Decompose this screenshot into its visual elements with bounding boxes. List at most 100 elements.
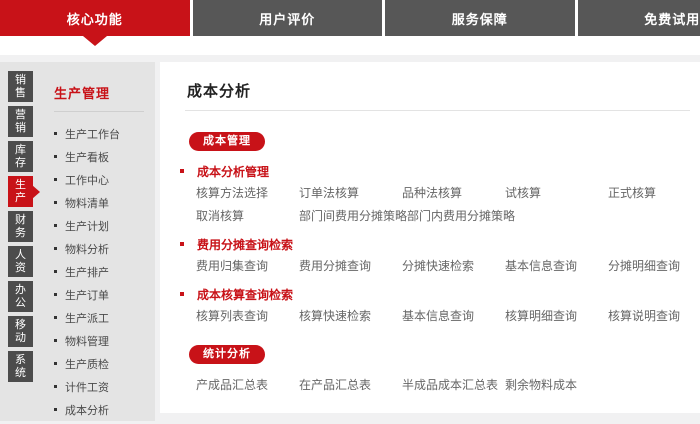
nav-tab[interactable]: 服务保障 [385, 0, 575, 36]
submenu-item[interactable]: 物料管理 [54, 329, 155, 352]
rail-item-char: 销 [15, 122, 26, 135]
rail-item-char: 售 [15, 87, 26, 100]
section-heading-label: 费用分摊查询检索 [197, 236, 293, 253]
rail-item[interactable]: 销售 [8, 71, 33, 102]
rail-item-char: 存 [15, 157, 26, 170]
bullet-icon [54, 408, 57, 411]
feature-link[interactable]: 部门间费用分摊策略 [299, 208, 407, 224]
submenu-item-label: 计件工资 [65, 379, 109, 395]
rail-item-char: 系 [15, 354, 26, 367]
bullet-icon [54, 339, 57, 342]
bullet-icon [180, 169, 184, 173]
rail-item-char: 营 [15, 109, 26, 122]
feature-link[interactable]: 部门内费用分摊策略 [407, 208, 515, 224]
rail-item-char: 移 [15, 319, 26, 332]
feature-link[interactable]: 分摊快速检索 [402, 258, 505, 274]
page-title: 成本分析 [187, 80, 690, 101]
bullet-icon [54, 155, 57, 158]
submenu-item[interactable]: 生产工作台 [54, 122, 155, 145]
submenu-item[interactable]: 生产质检 [54, 352, 155, 375]
feature-link[interactable]: 核算快速检索 [299, 308, 402, 324]
feature-group: 统计分析产成品汇总表在产品汇总表半成品成本汇总表剩余物料成本 [180, 345, 690, 393]
submenu-list: 生产工作台生产看板工作中心物料清单生产计划物料分析生产排产生产订单生产派工物料管… [54, 122, 155, 421]
submenu-item[interactable]: 生产计划 [54, 214, 155, 237]
bullet-icon [54, 201, 57, 204]
feature-link[interactable]: 品种法核算 [402, 185, 505, 201]
submenu-item[interactable]: 物料分析 [54, 237, 155, 260]
submenu-item[interactable]: 生产订单 [54, 283, 155, 306]
feature-link[interactable]: 核算明细查询 [505, 308, 608, 324]
section-heading-label: 成本核算查询检索 [197, 286, 293, 303]
submenu-item-label: 生产计划 [65, 218, 109, 234]
bullet-icon [54, 385, 57, 388]
feature-link[interactable]: 取消核算 [196, 208, 299, 224]
top-nav: 核心功能用户评价服务保障免费试用 [0, 0, 700, 36]
rail-item-char: 办 [15, 284, 26, 297]
feature-link[interactable]: 产成品汇总表 [196, 377, 299, 393]
link-row: 产成品汇总表在产品汇总表半成品成本汇总表剩余物料成本 [180, 377, 690, 393]
submenu-title: 生产管理 [54, 83, 155, 102]
submenu-item[interactable]: 成本分析 [54, 398, 155, 421]
submenu-item-label: 工作中心 [65, 172, 109, 188]
rail-item[interactable]: 生产 [8, 176, 33, 207]
submenu-item[interactable]: 计件工资 [54, 375, 155, 398]
submenu-item-label: 物料管理 [65, 333, 109, 349]
rail-item[interactable]: 财务 [8, 211, 33, 242]
feature-link[interactable]: 分摊明细查询 [608, 258, 700, 274]
nav-tab-active[interactable]: 核心功能 [0, 0, 190, 36]
feature-section: 费用分摊查询检索费用归集查询费用分摊查询分摊快速检索基本信息查询分摊明细查询 [180, 237, 690, 274]
bullet-icon [54, 270, 57, 273]
bullet-icon [54, 362, 57, 365]
submenu-item-label: 生产订单 [65, 287, 109, 303]
nav-tab[interactable]: 免费试用 [578, 0, 700, 36]
rail-item[interactable]: 移动 [8, 316, 33, 347]
rail-item-char: 产 [15, 192, 26, 205]
feature-link[interactable]: 正式核算 [608, 185, 700, 201]
submenu-item-label: 生产工作台 [65, 126, 120, 142]
submenu-item[interactable]: 物料清单 [54, 191, 155, 214]
feature-groups: 成本管理成本分析管理核算方法选择订单法核算品种法核算试核算正式核算取消核算部门间… [180, 132, 690, 393]
submenu-item[interactable]: 生产派工 [54, 306, 155, 329]
link-row: 取消核算部门间费用分摊策略部门内费用分摊策略 [180, 208, 690, 224]
submenu-item-label: 生产排产 [65, 264, 109, 280]
feature-link[interactable]: 试核算 [505, 185, 608, 201]
feature-link[interactable]: 费用归集查询 [196, 258, 299, 274]
submenu-item-label: 物料清单 [65, 195, 109, 211]
bullet-icon [54, 178, 57, 181]
feature-link[interactable]: 核算方法选择 [196, 185, 299, 201]
submenu-item[interactable]: 生产排产 [54, 260, 155, 283]
feature-link[interactable]: 订单法核算 [299, 185, 402, 201]
rail-item-char: 资 [15, 262, 26, 275]
rail-item[interactable]: 库存 [8, 141, 33, 172]
title-divider [185, 110, 690, 111]
rail-item[interactable]: 办公 [8, 281, 33, 312]
feature-link[interactable]: 费用分摊查询 [299, 258, 402, 274]
module-rail: 销售营销库存生产财务人资办公移动系统 [0, 62, 41, 421]
section-heading: 成本核算查询检索 [180, 287, 690, 301]
rail-item-char: 动 [15, 332, 26, 345]
feature-link[interactable]: 在产品汇总表 [299, 377, 402, 393]
feature-link[interactable]: 核算列表查询 [196, 308, 299, 324]
rail-item[interactable]: 人资 [8, 246, 33, 277]
feature-group: 成本管理成本分析管理核算方法选择订单法核算品种法核算试核算正式核算取消核算部门间… [180, 132, 690, 324]
feature-link[interactable]: 半成品成本汇总表 [402, 377, 505, 393]
submenu-item[interactable]: 生产看板 [54, 145, 155, 168]
rail-item[interactable]: 营销 [8, 106, 33, 137]
feature-link[interactable]: 剩余物料成本 [505, 377, 608, 393]
feature-link[interactable]: 核算说明查询 [608, 308, 700, 324]
submenu-item-label: 物料分析 [65, 241, 109, 257]
bullet-icon [54, 316, 57, 319]
feature-link[interactable]: 基本信息查询 [505, 258, 608, 274]
rail-item-char: 销 [15, 74, 26, 87]
bullet-icon [54, 293, 57, 296]
submenu-item-label: 生产派工 [65, 310, 109, 326]
rail-item-char: 库 [15, 144, 26, 157]
nav-tab[interactable]: 用户评价 [193, 0, 383, 36]
rail-item[interactable]: 系统 [8, 351, 33, 382]
submenu-item[interactable]: 工作中心 [54, 168, 155, 191]
rail-item-char: 公 [15, 297, 26, 310]
feature-link[interactable]: 基本信息查询 [402, 308, 505, 324]
bullet-icon [54, 132, 57, 135]
link-row: 核算列表查询核算快速检索基本信息查询核算明细查询核算说明查询 [180, 308, 690, 324]
sidebar: 销售营销库存生产财务人资办公移动系统 生产管理 生产工作台生产看板工作中心物料清… [0, 62, 155, 421]
